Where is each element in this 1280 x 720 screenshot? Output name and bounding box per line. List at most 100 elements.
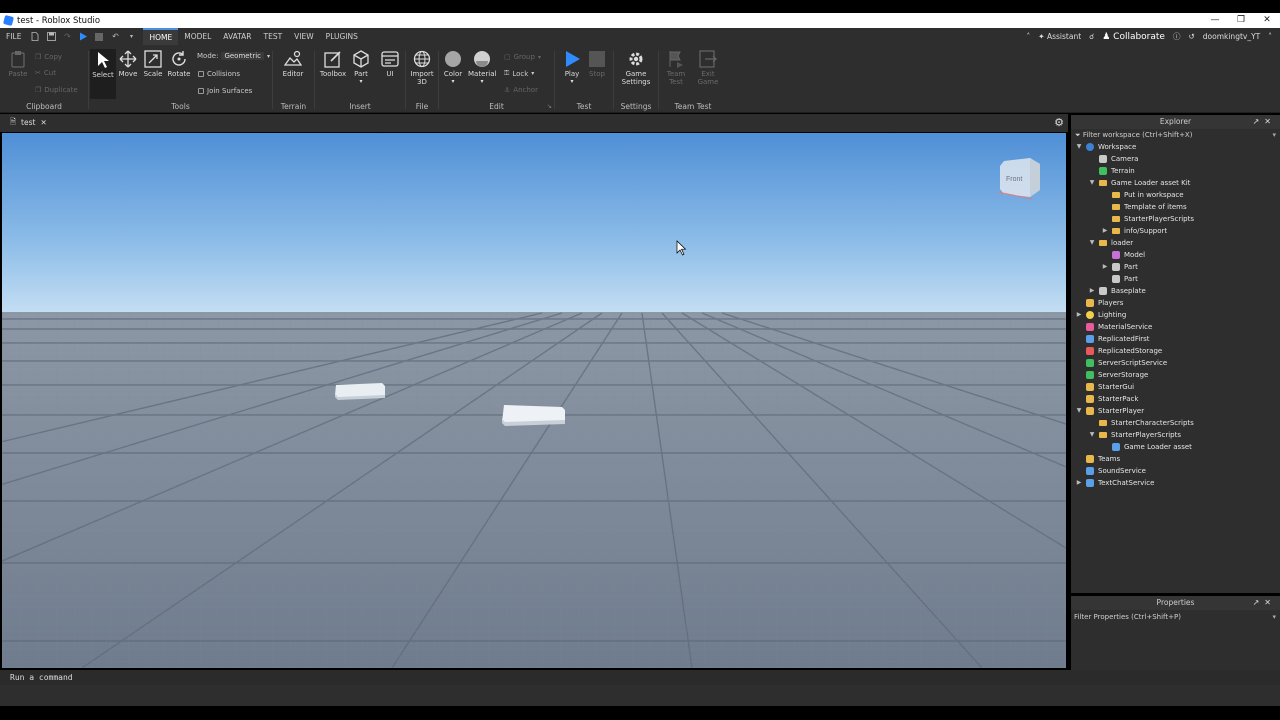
explorer-tree-row[interactable]: ▼ Workspace — [1071, 141, 1280, 153]
explorer-tree-row[interactable]: Terrain — [1071, 165, 1280, 177]
expand-arrow-down-icon[interactable]: ▼ — [1075, 141, 1083, 153]
part-block-left[interactable] — [335, 383, 385, 400]
save-icon[interactable] — [46, 32, 56, 41]
game-settings-button[interactable]: Game Settings — [619, 50, 653, 86]
popout-icon[interactable]: ↗ — [1253, 117, 1265, 126]
part-button[interactable]: Part ▾ — [348, 50, 374, 85]
paste-button[interactable]: Paste — [5, 50, 31, 78]
expand-arrow-down-icon[interactable]: ▼ — [1088, 177, 1096, 189]
anchor-button[interactable]: ⚓ Anchor — [504, 86, 538, 94]
share-icon[interactable]: ↺ — [1188, 32, 1194, 41]
explorer-tree-row[interactable]: ▶ Part — [1071, 261, 1280, 273]
toolbox-button[interactable]: Toolbox — [319, 50, 347, 78]
terrain-editor-button[interactable]: Editor — [280, 50, 306, 78]
duplicate-button[interactable]: ❐ Duplicate — [35, 86, 78, 94]
explorer-tree-row[interactable]: Model — [1071, 249, 1280, 261]
material-dropdown-icon[interactable]: ▾ — [468, 78, 496, 85]
document-tab-test[interactable]: 🗎 test ✕ — [4, 114, 53, 132]
explorer-tree-row[interactable]: ▶ Lighting — [1071, 309, 1280, 321]
explorer-tree-row[interactable]: StarterCharacterScripts — [1071, 417, 1280, 429]
explorer-tree-row[interactable]: Teams — [1071, 453, 1280, 465]
explorer-tree-row[interactable]: Put in workspace — [1071, 189, 1280, 201]
tab-plugins[interactable]: PLUGINS — [320, 28, 364, 45]
import-3d-button[interactable]: Import 3D — [409, 50, 435, 86]
expand-arrow-down-icon[interactable]: ▼ — [1088, 429, 1096, 441]
username[interactable]: doomkingtv_YT — [1203, 32, 1260, 41]
expand-arrow-right-icon[interactable]: ▶ — [1101, 261, 1109, 273]
material-button[interactable]: Material ▾ — [468, 50, 496, 85]
exit-game-button[interactable]: Exit Game — [695, 50, 721, 86]
explorer-tree-row[interactable]: ServerStorage — [1071, 369, 1280, 381]
cut-button[interactable]: ✂ Cut — [35, 69, 56, 77]
collaborate-button[interactable]: ♟ Collaborate — [1102, 32, 1165, 42]
explorer-tree-row[interactable]: StarterPack — [1071, 393, 1280, 405]
explorer-tree-row[interactable]: ReplicatedStorage — [1071, 345, 1280, 357]
user-menu-chevron-icon[interactable]: ˄ — [1268, 32, 1272, 41]
tab-test[interactable]: TEST — [258, 28, 289, 45]
select-tool-button[interactable]: Select — [90, 49, 116, 99]
collapse-ribbon-icon[interactable]: ˄ — [1027, 32, 1031, 41]
tab-model[interactable]: MODEL — [178, 28, 217, 45]
move-tool-button[interactable]: Move — [115, 50, 141, 78]
minimize-icon[interactable]: — — [1202, 13, 1228, 28]
explorer-tree-row[interactable]: ServerScriptService — [1071, 357, 1280, 369]
explorer-tree-row[interactable]: ▼ Game Loader asset Kit — [1071, 177, 1280, 189]
explorer-tree-row[interactable]: StarterGui — [1071, 381, 1280, 393]
explorer-tree-row[interactable]: MaterialService — [1071, 321, 1280, 333]
file-menu[interactable]: FILE — [0, 28, 27, 45]
color-button[interactable]: Color ▾ — [440, 50, 466, 85]
explorer-tree-row[interactable]: ▶ Baseplate — [1071, 285, 1280, 297]
expand-arrow-right-icon[interactable]: ▶ — [1075, 309, 1083, 321]
part-dropdown-icon[interactable]: ▾ — [348, 78, 374, 85]
close-icon[interactable]: ✕ — [1254, 13, 1280, 28]
viewport-settings-gear-icon[interactable]: ⚙ — [1054, 116, 1064, 129]
expand-arrow-down-icon[interactable]: ▼ — [1088, 237, 1096, 249]
redo-arrow-icon[interactable]: ↷ — [62, 32, 72, 41]
expand-arrow-down-icon[interactable]: ▼ — [1075, 405, 1083, 417]
tab-view[interactable]: VIEW — [288, 28, 320, 45]
stop-button[interactable]: Stop — [584, 50, 610, 78]
explorer-tree-row[interactable]: Template of items — [1071, 201, 1280, 213]
mode-selector[interactable]: Mode: Geometric ▾ — [197, 52, 270, 60]
expand-arrow-right-icon[interactable]: ▶ — [1088, 285, 1096, 297]
explorer-filter[interactable]: ⏷ Filter workspace (Ctrl+Shift+X) ▾ — [1071, 129, 1280, 141]
3d-viewport[interactable]: Front — [2, 133, 1066, 668]
ui-button[interactable]: UI — [377, 50, 403, 78]
explorer-tree-row[interactable]: StarterPlayerScripts — [1071, 213, 1280, 225]
explorer-tree-row[interactable]: ▼ StarterPlayerScripts — [1071, 429, 1280, 441]
part-block-right[interactable] — [502, 405, 565, 426]
quick-access-dropdown-icon[interactable]: ▾ — [126, 32, 136, 41]
close-icon[interactable]: ✕ — [1264, 598, 1276, 607]
explorer-tree-row[interactable]: Game Loader asset — [1071, 441, 1280, 453]
lock-button[interactable]: ⚿ Lock ▾ — [504, 69, 534, 78]
expand-arrow-right-icon[interactable]: ▶ — [1075, 477, 1083, 489]
command-bar[interactable]: Run a command — [0, 670, 1280, 685]
explorer-tree-row[interactable]: Camera — [1071, 153, 1280, 165]
copy-button[interactable]: ❐ Copy — [35, 53, 62, 61]
join-surfaces-toggle[interactable]: Join Surfaces — [198, 87, 252, 95]
help-icon[interactable]: ⓘ — [1173, 31, 1181, 42]
viewport-scene[interactable]: Front — [2, 133, 1066, 668]
explorer-tree-row[interactable]: Part — [1071, 273, 1280, 285]
explorer-tree-row[interactable]: SoundService — [1071, 465, 1280, 477]
collisions-toggle[interactable]: Collisions — [198, 70, 240, 78]
explorer-tree-row[interactable]: Players — [1071, 297, 1280, 309]
tab-home[interactable]: HOME — [143, 28, 179, 45]
notifications-icon[interactable]: ☌ — [1089, 32, 1094, 41]
properties-filter-dropdown-icon[interactable]: ▾ — [1272, 610, 1276, 624]
quick-play-icon[interactable] — [78, 32, 88, 41]
explorer-tree-row[interactable]: ▼ StarterPlayer — [1071, 405, 1280, 417]
rotate-tool-button[interactable]: Rotate — [166, 50, 192, 78]
color-dropdown-icon[interactable]: ▾ — [440, 78, 466, 85]
edit-expand-icon[interactable]: ↘ — [547, 103, 552, 110]
team-test-button[interactable]: Team Test — [663, 50, 689, 86]
explorer-tree-row[interactable]: ▼ loader — [1071, 237, 1280, 249]
play-button[interactable]: Play ▾ — [559, 50, 585, 85]
scale-tool-button[interactable]: Scale — [140, 50, 166, 78]
close-icon[interactable]: ✕ — [1264, 117, 1276, 126]
assistant-button[interactable]: ✦ Assistant — [1038, 32, 1081, 41]
explorer-tree-row[interactable]: ▶ TextChatService — [1071, 477, 1280, 489]
collisions-checkbox[interactable] — [198, 71, 204, 77]
filter-dropdown-icon[interactable]: ▾ — [1272, 129, 1276, 141]
restore-icon[interactable]: ❐ — [1228, 13, 1254, 28]
